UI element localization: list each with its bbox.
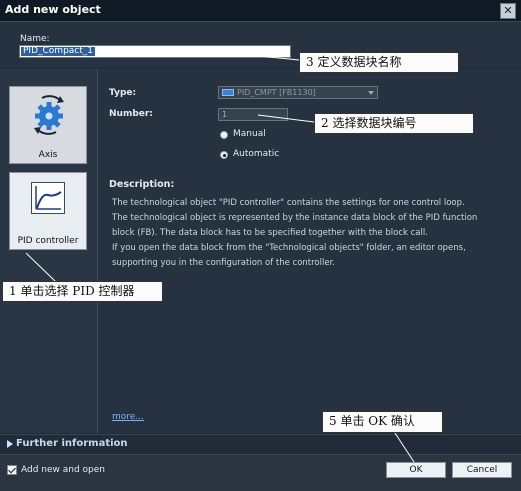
callout-ok: 5 单击 OK 确认	[322, 411, 443, 433]
callout-number: 2 选择数据块编号	[314, 113, 474, 134]
callout-name: 3 定义数据块名称	[299, 52, 459, 73]
callout-pid: 1 单击选择 PID 控制器	[2, 281, 163, 302]
